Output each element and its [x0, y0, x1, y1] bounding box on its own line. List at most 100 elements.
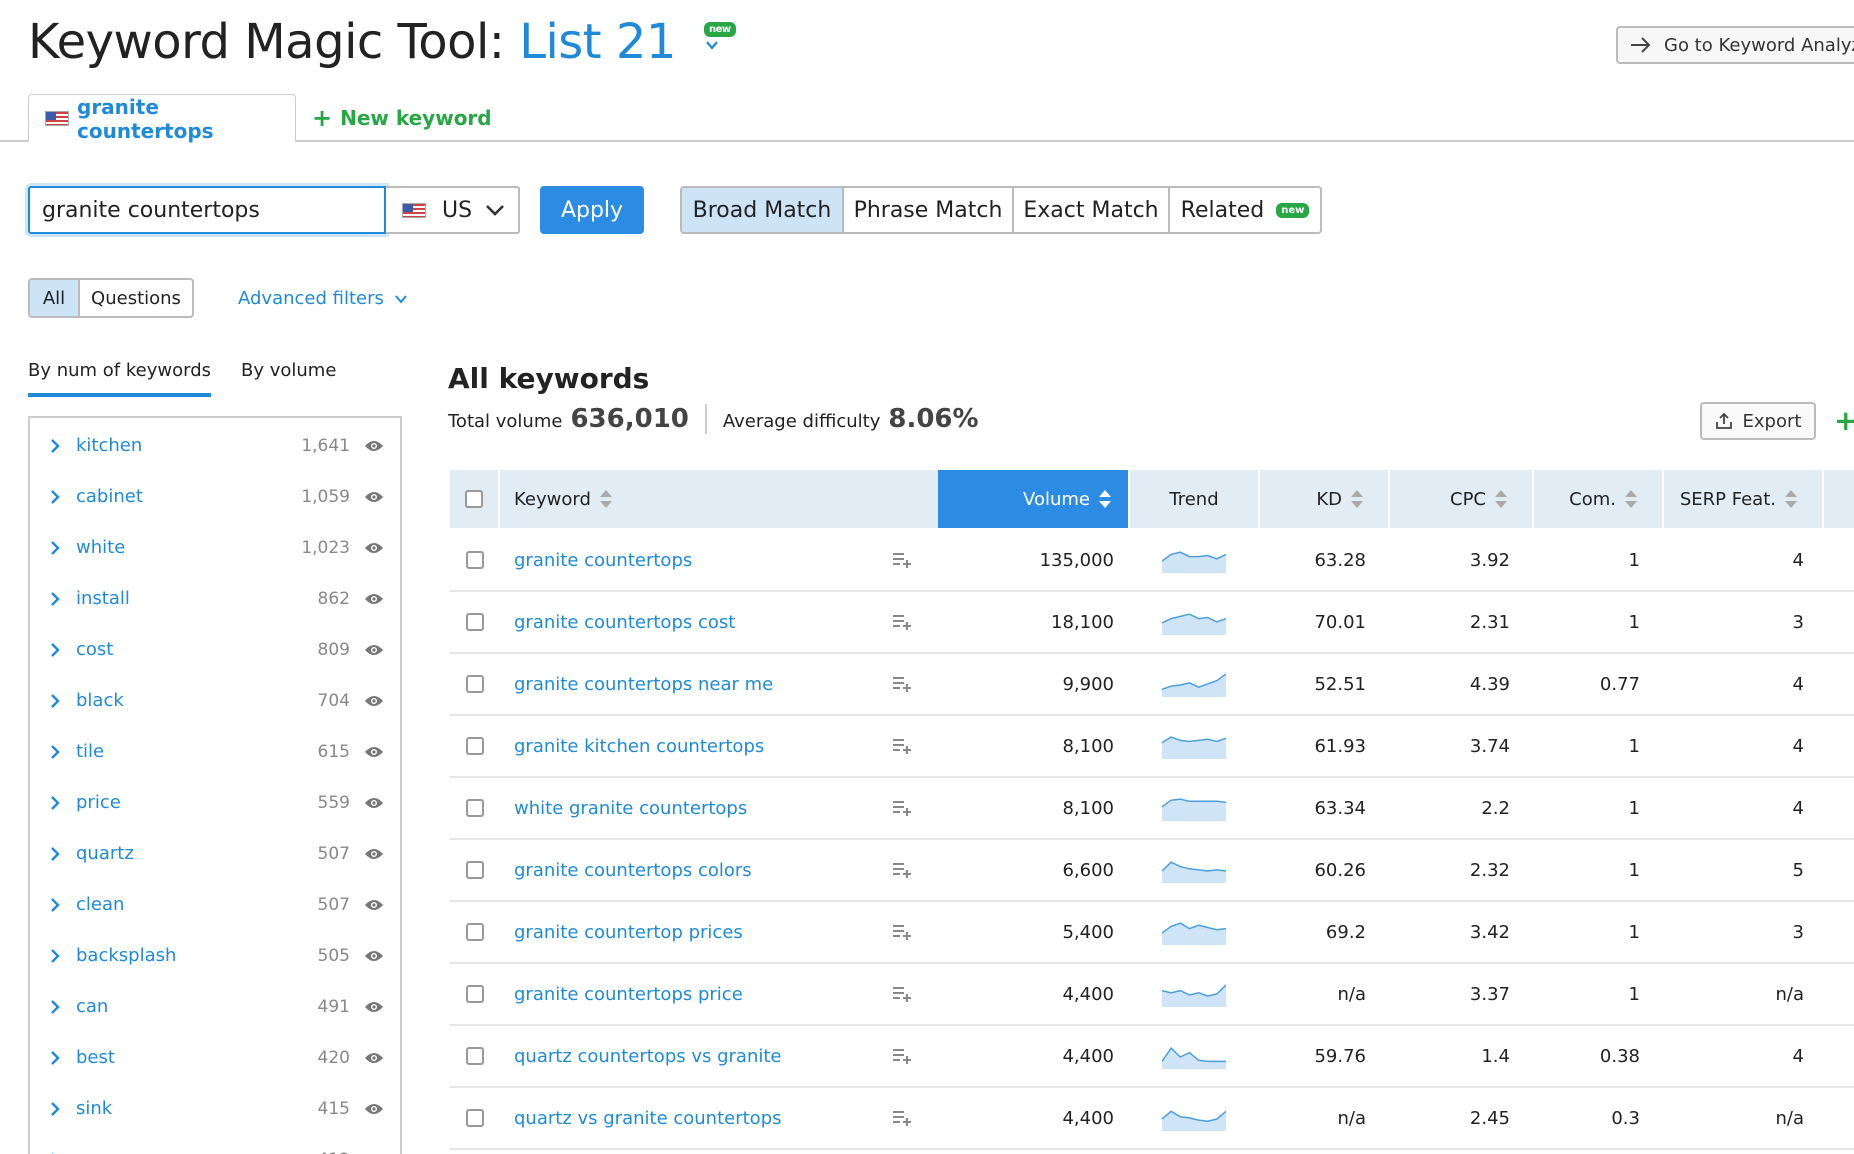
- chevron-right-icon[interactable]: [50, 489, 60, 505]
- chevron-right-icon[interactable]: [50, 1050, 60, 1066]
- keyword-group-item[interactable]: install 862: [30, 573, 400, 624]
- chevron-right-icon[interactable]: [50, 591, 60, 607]
- chevron-down-icon[interactable]: [705, 38, 719, 52]
- keyword-group-label[interactable]: can: [76, 996, 108, 1017]
- keyword-group-label[interactable]: tile: [76, 741, 104, 762]
- add-to-list-icon[interactable]: [892, 592, 922, 652]
- keyword-group-label[interactable]: black: [76, 690, 124, 711]
- row-checkbox[interactable]: [466, 1047, 484, 1065]
- chevron-right-icon[interactable]: [50, 438, 60, 454]
- keyword-group-item[interactable]: tile 615: [30, 726, 400, 777]
- keyword-group-label[interactable]: best: [76, 1047, 115, 1068]
- keyword-link[interactable]: granite countertops: [514, 530, 894, 590]
- keyword-group-item[interactable]: black 704: [30, 675, 400, 726]
- column-kd[interactable]: KD: [1260, 470, 1390, 528]
- exact-match-button[interactable]: Exact Match: [1014, 188, 1170, 232]
- column-com[interactable]: Com.: [1534, 470, 1664, 528]
- row-checkbox[interactable]: [466, 613, 484, 631]
- keyword-link[interactable]: quartz countertops vs granite: [514, 1026, 894, 1086]
- keyword-group-item[interactable]: can 491: [30, 981, 400, 1032]
- country-select[interactable]: US: [386, 186, 520, 234]
- keyword-group-item[interactable]: white 1,023: [30, 522, 400, 573]
- chevron-right-icon[interactable]: [50, 846, 60, 862]
- eye-icon[interactable]: [364, 745, 384, 759]
- keyword-group-item[interactable]: quartz 507: [30, 828, 400, 879]
- add-to-list-icon[interactable]: [892, 530, 922, 590]
- keyword-link[interactable]: granite countertops colors: [514, 840, 894, 900]
- tab-by-volume[interactable]: By volume: [241, 360, 336, 397]
- list-name[interactable]: List 21: [519, 14, 676, 70]
- eye-icon[interactable]: [364, 898, 384, 912]
- keyword-group-label[interactable]: clean: [76, 894, 124, 915]
- select-all-checkbox[interactable]: [465, 490, 483, 508]
- column-serp[interactable]: SERP Feat.: [1664, 470, 1824, 528]
- eye-icon[interactable]: [364, 490, 384, 504]
- eye-icon[interactable]: [364, 541, 384, 555]
- add-to-list-icon[interactable]: [892, 1088, 922, 1148]
- export-button[interactable]: Export: [1700, 402, 1816, 440]
- eye-icon[interactable]: [364, 1000, 384, 1014]
- keyword-search-input[interactable]: [28, 186, 386, 234]
- keyword-group-item[interactable]: clean 507: [30, 879, 400, 930]
- add-to-list-icon[interactable]: [892, 964, 922, 1024]
- row-checkbox[interactable]: [466, 551, 484, 569]
- tab-granite-countertops[interactable]: granite countertops: [28, 94, 296, 143]
- keyword-group-label[interactable]: sink: [76, 1098, 112, 1119]
- keyword-group-label[interactable]: white: [76, 537, 125, 558]
- add-to-list-icon[interactable]: [892, 716, 922, 776]
- chevron-right-icon[interactable]: [50, 642, 60, 658]
- advanced-filters-toggle[interactable]: Advanced filters: [238, 288, 408, 309]
- questions-button[interactable]: Questions: [80, 280, 192, 316]
- eye-icon[interactable]: [364, 1051, 384, 1065]
- keyword-link[interactable]: quartz vs granite countertops: [514, 1088, 894, 1148]
- tab-by-num-keywords[interactable]: By num of keywords: [28, 360, 211, 397]
- new-keyword-button[interactable]: + New keyword: [312, 104, 492, 132]
- keyword-group-item[interactable]: price 559: [30, 777, 400, 828]
- keyword-group-item[interactable]: best 420: [30, 1032, 400, 1083]
- keyword-group-item[interactable]: cost 809: [30, 624, 400, 675]
- row-checkbox[interactable]: [466, 985, 484, 1003]
- keyword-group-label[interactable]: cost: [76, 639, 113, 660]
- add-to-list-icon[interactable]: [892, 654, 922, 714]
- chevron-right-icon[interactable]: [50, 795, 60, 811]
- keyword-group-label[interactable]: backsplash: [76, 945, 176, 966]
- related-button[interactable]: Related new: [1170, 188, 1320, 232]
- eye-icon[interactable]: [364, 949, 384, 963]
- row-checkbox[interactable]: [466, 1109, 484, 1127]
- go-to-keyword-analyzer-button[interactable]: Go to Keyword Analyzer: [1616, 26, 1854, 64]
- add-to-list-icon[interactable]: [892, 778, 922, 838]
- eye-icon[interactable]: [364, 592, 384, 606]
- row-checkbox[interactable]: [466, 923, 484, 941]
- keyword-group-label[interactable]: kitchen: [76, 435, 142, 456]
- row-checkbox[interactable]: [466, 861, 484, 879]
- eye-icon[interactable]: [364, 1102, 384, 1116]
- chevron-right-icon[interactable]: [50, 693, 60, 709]
- keyword-link[interactable]: white granite countertops: [514, 778, 894, 838]
- chevron-right-icon[interactable]: [50, 948, 60, 964]
- keyword-link[interactable]: granite kitchen countertops: [514, 716, 894, 776]
- row-checkbox[interactable]: [466, 799, 484, 817]
- keyword-link[interactable]: granite countertops cost: [514, 592, 894, 652]
- eye-icon[interactable]: [364, 796, 384, 810]
- broad-match-button[interactable]: Broad Match: [682, 188, 844, 232]
- keyword-link[interactable]: granite countertops price: [514, 964, 894, 1024]
- row-checkbox[interactable]: [466, 675, 484, 693]
- chevron-right-icon[interactable]: [50, 897, 60, 913]
- eye-icon[interactable]: [364, 694, 384, 708]
- add-plus-icon[interactable]: +: [1834, 404, 1854, 437]
- column-keyword[interactable]: Keyword: [500, 470, 988, 528]
- keyword-group-item[interactable]: cabinet 1,059: [30, 471, 400, 522]
- chevron-right-icon[interactable]: [50, 744, 60, 760]
- eye-icon[interactable]: [364, 643, 384, 657]
- add-to-list-icon[interactable]: [892, 1026, 922, 1086]
- row-checkbox[interactable]: [466, 737, 484, 755]
- eye-icon[interactable]: [364, 439, 384, 453]
- keyword-group-item[interactable]: sink 415: [30, 1083, 400, 1134]
- keyword-group-label[interactable]: quartz: [76, 843, 134, 864]
- chevron-right-icon[interactable]: [50, 540, 60, 556]
- phrase-match-button[interactable]: Phrase Match: [844, 188, 1014, 232]
- keyword-group-item[interactable]: kitchen 1,641: [30, 420, 400, 471]
- keyword-link[interactable]: granite countertops near me: [514, 654, 894, 714]
- apply-button[interactable]: Apply: [540, 186, 644, 234]
- column-volume[interactable]: Volume: [938, 470, 1130, 528]
